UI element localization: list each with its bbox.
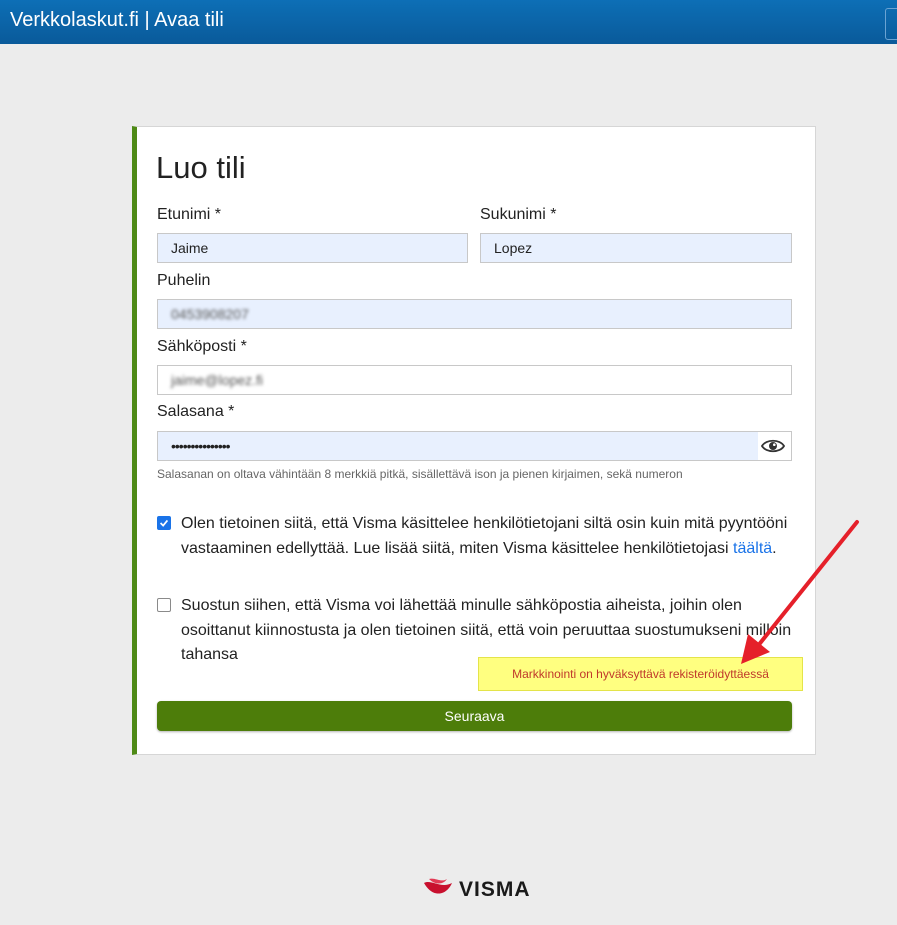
password-hint: Salasanan on oltava vähintään 8 merkkiä … [157, 467, 683, 481]
first-name-label: Etunimi * [157, 206, 222, 223]
marketing-checkbox[interactable] [157, 598, 171, 612]
last-name-value: Lopez [494, 240, 533, 256]
password-label: Salasana * [157, 403, 235, 420]
first-name-value: Jaime [171, 240, 209, 256]
header-edge-control[interactable] [885, 8, 897, 40]
form-heading: Luo tili [156, 150, 246, 185]
password-autofill-bg [158, 432, 758, 460]
visma-logo-icon [424, 878, 452, 894]
password-input[interactable]: ••••••••••••••• [157, 431, 792, 461]
next-button[interactable]: Seuraava [157, 701, 792, 731]
marketing-line-2: osoittanut kiinnostusta ja olen tietoine… [181, 621, 792, 639]
last-name-label: Sukunimi * [480, 206, 557, 223]
privacy-line-2: vastaaminen edellyttää. Lue lisää siitä,… [181, 537, 791, 562]
marketing-warning: Markkinointi on hyväksyttävä rekisteröid… [478, 657, 803, 691]
privacy-consent-text: Olen tietoinen siitä, että Visma käsitte… [181, 512, 791, 561]
marketing-line-1: Suostun siihen, että Visma voi lähettää … [181, 597, 742, 614]
last-name-input[interactable]: Lopez [480, 233, 792, 263]
phone-value: 0453908207 [171, 306, 249, 322]
checkmark-icon [159, 519, 169, 527]
privacy-period: . [772, 539, 777, 557]
app-header: Verkkolaskut.fi | Avaa tili [0, 0, 897, 44]
privacy-checkbox[interactable] [157, 516, 171, 530]
password-value: ••••••••••••••• [171, 438, 231, 454]
visma-brand: VISMA [459, 878, 531, 901]
first-name-input[interactable]: Jaime [157, 233, 468, 263]
eye-icon[interactable] [761, 436, 785, 456]
privacy-line-1: Olen tietoinen siitä, että Visma käsitte… [181, 515, 788, 532]
privacy-line-2-text: vastaaminen edellyttää. Lue lisää siitä,… [181, 539, 729, 557]
email-value: jaime@lopez.fi [171, 372, 264, 388]
phone-label: Puhelin [157, 272, 211, 289]
email-label: Sähköposti * [157, 338, 247, 355]
privacy-link[interactable]: täältä [733, 540, 772, 557]
email-input[interactable]: jaime@lopez.fi [157, 365, 792, 395]
phone-input[interactable]: 0453908207 [157, 299, 792, 329]
page-title: Verkkolaskut.fi | Avaa tili [10, 9, 224, 31]
